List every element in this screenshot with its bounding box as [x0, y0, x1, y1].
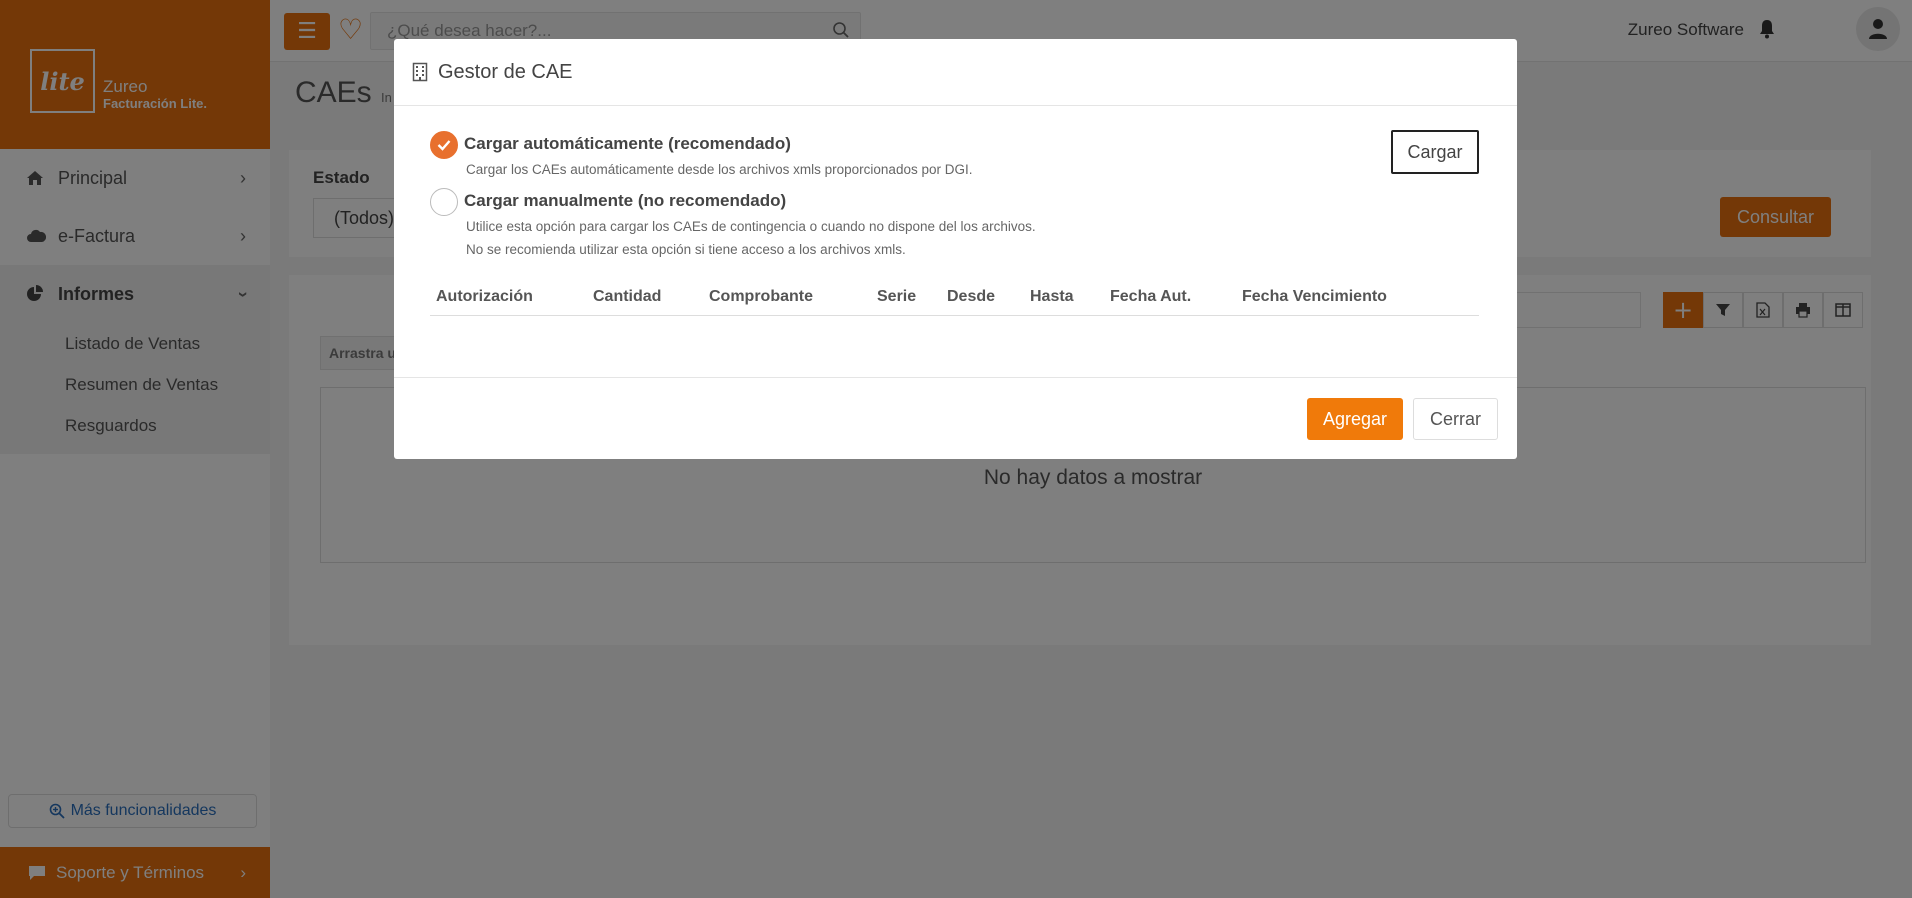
building-icon: [412, 62, 428, 82]
radio-auto[interactable]: [430, 131, 458, 159]
cerrar-button[interactable]: Cerrar: [1413, 398, 1498, 440]
cargar-button[interactable]: Cargar: [1391, 130, 1479, 174]
col-serie[interactable]: Serie: [877, 288, 916, 306]
check-icon: [437, 140, 451, 151]
modal-title: Gestor de CAE: [438, 60, 573, 83]
col-autorizacion[interactable]: Autorización: [436, 288, 533, 306]
option-auto-title: Cargar automáticamente (recomendado): [464, 134, 791, 153]
col-hasta[interactable]: Hasta: [1030, 288, 1074, 306]
option-auto-desc: Cargar los CAEs automáticamente desde lo…: [466, 162, 973, 177]
modal-header: Gestor de CAE: [394, 39, 1517, 106]
agregar-button[interactable]: Agregar: [1307, 398, 1403, 440]
col-fecha-aut[interactable]: Fecha Aut.: [1110, 288, 1191, 306]
radio-manual[interactable]: [430, 188, 458, 216]
cae-table-header: Autorización Cantidad Comprobante Serie …: [430, 282, 1479, 316]
option-manual-desc-1: Utilice esta opción para cargar los CAEs…: [466, 219, 1036, 234]
option-manual-title: Cargar manualmente (no recomendado): [464, 191, 787, 210]
col-comprobante[interactable]: Comprobante: [709, 288, 813, 306]
option-manual-desc-2: No se recomienda utilizar esta opción si…: [466, 242, 906, 257]
col-desde[interactable]: Desde: [947, 288, 995, 306]
cae-manager-dialog: Gestor de CAE Cargar automáticamente (re…: [394, 39, 1517, 459]
modal-footer: Agregar Cerrar: [394, 377, 1517, 459]
col-fecha-vencimiento[interactable]: Fecha Vencimiento: [1242, 288, 1387, 306]
col-cantidad[interactable]: Cantidad: [593, 288, 661, 306]
